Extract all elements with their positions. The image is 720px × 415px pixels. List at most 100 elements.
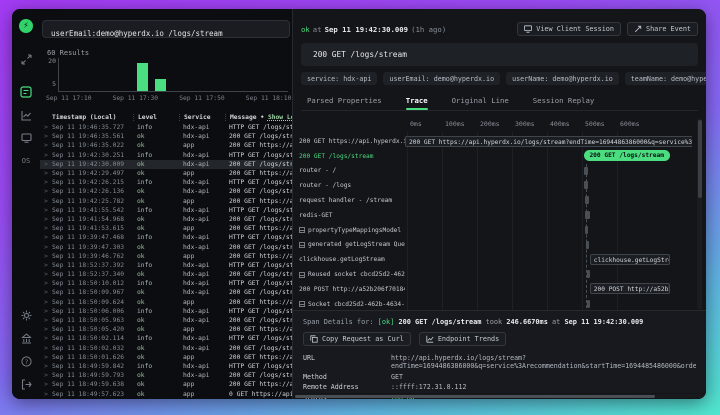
row-expand-chevron[interactable]: > [40, 207, 52, 214]
trace-span-row[interactable]: Socket cbcd25d2-462b-4634-… [299, 297, 692, 310]
row-expand-chevron[interactable]: > [40, 299, 52, 306]
log-row[interactable]: > Sep 11 18:50:05.963 ok hdx-api 200 GET /lo… [40, 316, 292, 325]
log-row[interactable]: > Sep 11 19:42:26.136 ok hdx-api 200 GET /lo… [40, 187, 292, 196]
col-timestamp[interactable]: Timestamp (Local) [52, 114, 133, 121]
horizontal-scrollbar-thumb[interactable] [295, 394, 655, 398]
live-tail-icon[interactable] [18, 51, 34, 67]
row-expand-chevron[interactable]: > [40, 317, 52, 324]
trace-span-row[interactable]: 200 POST http://a52b206f701844a4… 200 POS… [299, 282, 692, 297]
trace-span-row[interactable]: router - /logs [299, 178, 692, 193]
span-bar[interactable]: 200 GET /logs/stream [583, 150, 670, 162]
row-expand-chevron[interactable]: > [40, 372, 52, 379]
row-expand-chevron[interactable]: > [40, 133, 52, 140]
log-row[interactable]: > Sep 11 18:52:37.340 ok hdx-api 200 GET /lo… [40, 270, 292, 279]
row-expand-chevron[interactable]: > [40, 326, 52, 333]
row-expand-chevron[interactable]: > [40, 363, 52, 370]
trace-span-row[interactable]: request handler - /stream [299, 193, 692, 208]
hyperdx-logo-icon[interactable]: ⚡ [19, 19, 33, 33]
trace-span-row[interactable]: router - / [299, 164, 692, 179]
span-bar[interactable]: 200 GET https://api.hyperdx.io/logs/stre… [405, 135, 692, 147]
log-row[interactable]: > Sep 11 18:52:37.392 info hdx-api HTTP GET … [40, 261, 292, 270]
trace-span-row[interactable]: redis-GET [299, 208, 692, 223]
trace-span-row[interactable]: propertyTypeMappingsModel ini… [299, 223, 692, 238]
log-row[interactable]: > Sep 11 19:46:35.022 ok app 200 GET https:/… [40, 141, 292, 150]
logout-icon[interactable] [18, 376, 34, 392]
log-row[interactable]: > Sep 11 19:42:29.497 ok app 200 GET https:/… [40, 169, 292, 178]
log-row[interactable]: > Sep 11 18:49:57.623 ok app 0 GET https://a… [40, 389, 292, 398]
span-bar[interactable] [587, 270, 590, 279]
row-expand-chevron[interactable]: > [40, 345, 52, 352]
row-expand-chevron[interactable]: > [40, 262, 52, 269]
event-tag-chip[interactable]: service: hdx-api [301, 72, 378, 85]
sessions-icon[interactable] [18, 130, 34, 146]
log-row[interactable]: > Sep 11 19:42:30.009 ok hdx-api 200 GET /lo… [40, 159, 292, 169]
log-row[interactable]: > Sep 11 19:41:55.542 info hdx-api HTTP GET … [40, 206, 292, 215]
chart-explorer-icon[interactable] [18, 107, 34, 123]
row-expand-chevron[interactable]: > [40, 170, 52, 177]
row-expand-chevron[interactable]: > [40, 381, 52, 388]
span-bar[interactable]: 200 POST http://a52b206f [589, 283, 670, 295]
histogram-bar[interactable] [155, 78, 167, 91]
trace-span-row[interactable]: 200 GET https://api.hyperdx.io/l…200 GET… [299, 134, 692, 149]
log-row[interactable]: > Sep 11 18:50:09.967 ok hdx-api 200 GET /lo… [40, 288, 292, 297]
log-row[interactable]: > Sep 11 18:50:02.114 info hdx-api HTTP GET … [40, 334, 292, 343]
row-expand-chevron[interactable]: > [40, 152, 52, 159]
row-expand-chevron[interactable]: > [40, 271, 52, 278]
tab-original-line[interactable]: Original Line [452, 93, 509, 110]
event-tag-chip[interactable]: teamName: demo@hyperdx.io's Team [624, 72, 706, 85]
share-event-button[interactable]: Share Event [626, 22, 698, 36]
log-row[interactable]: > Sep 11 19:42:26.215 info hdx-api HTTP GET … [40, 178, 292, 187]
row-expand-chevron[interactable]: > [40, 289, 52, 296]
log-row[interactable]: > Sep 11 18:49:59.638 ok app 200 GET https:/… [40, 380, 292, 389]
log-row[interactable]: > Sep 11 18:50:06.006 info hdx-api HTTP GET … [40, 307, 292, 316]
log-row[interactable]: > Sep 11 19:42:25.782 ok app 200 GET https:/… [40, 197, 292, 206]
team-building-icon[interactable] [18, 330, 34, 346]
event-tag-chip[interactable]: userEmail: demo@hyperdx.io [383, 72, 501, 85]
row-expand-chevron[interactable]: > [40, 124, 52, 131]
help-icon[interactable]: ? [18, 353, 34, 369]
row-expand-chevron[interactable]: > [40, 179, 52, 186]
row-expand-chevron[interactable]: > [40, 225, 52, 232]
row-expand-chevron[interactable]: > [40, 391, 52, 398]
row-expand-chevron[interactable]: > [40, 253, 52, 260]
log-row[interactable]: > Sep 11 19:39:46.762 ok app 200 GET https:/… [40, 252, 292, 261]
trace-span-row[interactable]: 200 GET /logs/stream 200 GET /logs/stream [299, 149, 692, 164]
col-service[interactable]: Service [179, 114, 225, 121]
tab-trace[interactable]: Trace [405, 93, 428, 110]
copy-request-as-curl-button[interactable]: Copy Request as Curl [303, 332, 411, 346]
trace-span-row[interactable]: clickhouse.getLogStream clickhouse.getLog… [299, 252, 692, 267]
event-tag-chip[interactable]: userName: demo@hyperdx.io [506, 72, 619, 85]
row-expand-chevron[interactable]: > [40, 188, 52, 195]
row-expand-chevron[interactable]: > [40, 335, 52, 342]
log-row[interactable]: > Sep 11 19:41:54.968 ok hdx-api 200 GET /lo… [40, 215, 292, 224]
waterfall-scrollbar-thumb[interactable] [697, 120, 702, 198]
row-expand-chevron[interactable]: > [40, 142, 52, 149]
log-row[interactable]: > Sep 11 19:41:53.615 ok app 200 GET https:/… [40, 224, 292, 233]
log-row[interactable]: > Sep 11 18:50:10.012 info hdx-api HTTP GET … [40, 279, 292, 288]
log-row[interactable]: > Sep 11 18:50:09.624 ok app 200 GET https:/… [40, 298, 292, 307]
tab-session-replay[interactable]: Session Replay [533, 93, 595, 110]
search-input[interactable] [43, 25, 289, 42]
log-row[interactable]: > Sep 11 19:46:35.727 info hdx-api HTTP GET … [40, 123, 292, 132]
row-expand-chevron[interactable]: > [40, 244, 52, 251]
row-expand-chevron[interactable]: > [40, 198, 52, 205]
show-log-patterns-link[interactable]: Show Log Patterns [268, 114, 292, 121]
tab-parsed-properties[interactable]: Parsed Properties [307, 93, 382, 110]
log-row[interactable]: > Sep 11 19:39:47.303 ok hdx-api 200 GET /lo… [40, 242, 292, 251]
row-expand-chevron[interactable]: > [40, 216, 52, 223]
log-row[interactable]: > Sep 11 19:42:30.251 info hdx-api HTTP GET … [40, 151, 292, 160]
histogram-bar[interactable] [137, 63, 149, 91]
search-logs-icon[interactable] [18, 84, 34, 100]
row-expand-chevron[interactable]: > [40, 161, 52, 168]
trace-span-row[interactable]: Reused socket cbcd25d2-462b-4… [299, 267, 692, 282]
endpoint-trends-button[interactable]: Endpoint Trends [418, 332, 507, 346]
row-expand-chevron[interactable]: > [40, 280, 52, 287]
os-panel-icon[interactable]: OS [18, 153, 34, 169]
log-row[interactable]: > Sep 11 19:39:47.468 info hdx-api HTTP GET … [40, 233, 292, 242]
row-expand-chevron[interactable]: > [40, 308, 52, 315]
row-expand-chevron[interactable]: > [40, 234, 52, 241]
col-level[interactable]: Level [133, 114, 179, 121]
log-row[interactable]: > Sep 11 18:50:02.032 ok hdx-api 200 GET /lo… [40, 344, 292, 353]
view-client-session-button[interactable]: View Client Session [517, 22, 621, 36]
log-row[interactable]: > Sep 11 19:46:35.561 ok hdx-api 200 GET /lo… [40, 132, 292, 141]
